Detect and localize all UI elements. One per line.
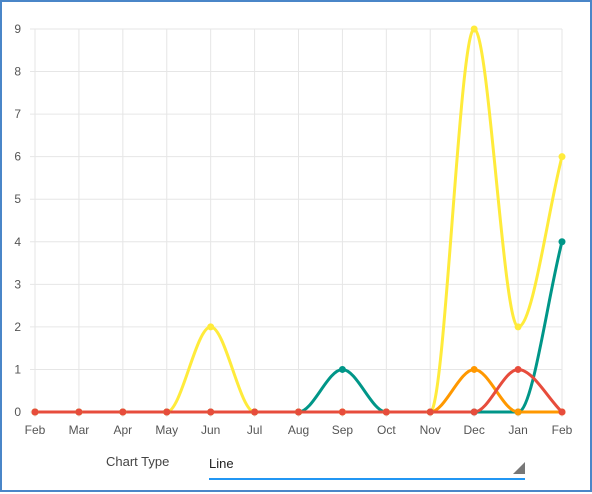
chart-type-label: Chart Type: [106, 454, 170, 469]
x-tick-label: Mar: [69, 423, 90, 437]
line-chart: 0 1 2 3 4 5 6 7 8 9 Feb Mar Apr May Jun Jul Aug Sep Oct Nov…: [14, 22, 573, 437]
data-point: [338, 365, 346, 373]
data-point: [382, 408, 390, 416]
x-tick-label: Oct: [377, 423, 396, 437]
data-point: [514, 365, 522, 373]
x-tick-label: Apr: [113, 423, 132, 437]
data-point: [426, 408, 434, 416]
data-point: [207, 323, 215, 331]
data-point: [558, 408, 566, 416]
x-tick-label: Feb: [552, 423, 573, 437]
data-point: [558, 153, 566, 161]
data-point: [338, 408, 346, 416]
chart-panel: 0 1 2 3 4 5 6 7 8 9 Feb Mar Apr May Jun Jul Aug Sep Oct Nov…: [0, 0, 592, 492]
x-tick-label: Jul: [247, 423, 262, 437]
x-tick-label: Nov: [420, 423, 441, 437]
y-tick-label: 4: [14, 235, 21, 249]
data-point: [295, 408, 302, 416]
x-tick-label: Sep: [332, 423, 354, 437]
data-point: [119, 408, 127, 416]
x-tick-label: Aug: [288, 423, 309, 437]
y-tick-label: 8: [14, 65, 21, 79]
data-point: [207, 408, 215, 416]
y-tick-label: 5: [14, 192, 21, 206]
data-point: [558, 238, 566, 246]
x-tick-label: Dec: [463, 423, 484, 437]
y-tick-label: 6: [14, 150, 21, 164]
data-point: [470, 365, 478, 373]
dropdown-arrow-icon[interactable]: [513, 462, 525, 474]
data-point: [514, 408, 522, 416]
x-tick-label: May: [155, 423, 178, 437]
data-point: [251, 408, 259, 416]
x-tick-label: Jun: [201, 423, 220, 437]
y-tick-label: 2: [14, 320, 21, 334]
x-tick-label: Jan: [508, 423, 527, 437]
data-point: [470, 25, 478, 33]
y-tick-label: 9: [14, 22, 21, 36]
chart-type-selected-value: Line: [209, 456, 234, 471]
data-point: [470, 408, 478, 416]
data-point: [163, 408, 171, 416]
data-point: [31, 408, 39, 416]
data-point: [75, 408, 83, 416]
y-tick-label: 3: [14, 277, 21, 291]
data-point: [514, 323, 522, 331]
y-tick-label: 7: [14, 107, 21, 121]
y-tick-label: 1: [14, 362, 21, 376]
chart-type-select[interactable]: Line: [209, 450, 525, 480]
x-tick-label: Feb: [25, 423, 46, 437]
y-tick-label: 0: [14, 405, 21, 419]
